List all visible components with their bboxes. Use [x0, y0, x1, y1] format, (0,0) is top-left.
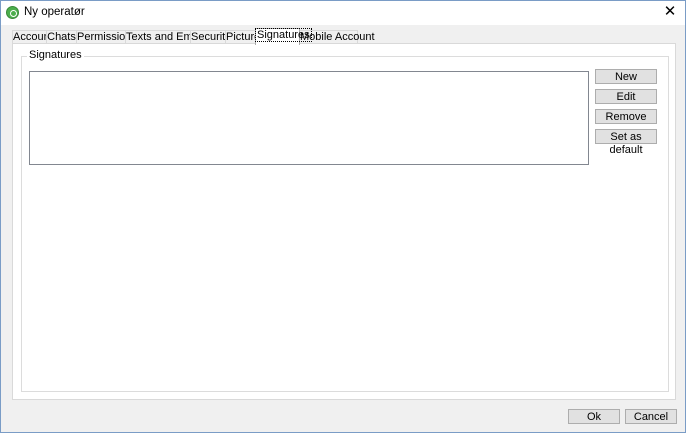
window-title: Ny operatør: [24, 6, 85, 18]
set-as-default-button[interactable]: Set as default: [595, 129, 657, 156]
close-icon[interactable]: ✕: [655, 1, 685, 23]
remove-button[interactable]: Remove: [595, 109, 657, 124]
tab-account[interactable]: Account: [12, 30, 53, 44]
edit-button[interactable]: Edit: [595, 89, 657, 104]
new-button[interactable]: New: [595, 69, 657, 84]
tab-label: Chats: [47, 31, 76, 43]
tab-signatures[interactable]: Signatures: [255, 28, 312, 45]
dialog-window: Ny operatør ✕ Account Chats Permissions …: [0, 0, 686, 433]
tab-security[interactable]: Security: [190, 30, 231, 44]
group-label: Signatures: [27, 49, 84, 61]
tab-picture[interactable]: Picture: [225, 30, 260, 44]
tab-label: Mobile Account: [300, 31, 375, 43]
signatures-list[interactable]: [29, 71, 589, 165]
tab-texts-and-emails[interactable]: Texts and Emails: [125, 30, 209, 44]
title-bar[interactable]: Ny operatør ✕: [1, 1, 685, 25]
signatures-groupbox: Signatures New Edit Remove Set as defaul…: [21, 49, 669, 392]
tab-chats[interactable]: Chats: [46, 30, 77, 44]
tab-panel-signatures: Signatures New Edit Remove Set as defaul…: [12, 43, 676, 400]
tab-label: Signatures: [255, 28, 312, 42]
cancel-button[interactable]: Cancel: [625, 409, 677, 424]
tab-permissions[interactable]: Permissions: [76, 30, 137, 44]
ok-button[interactable]: Ok: [568, 409, 620, 424]
app-logo-icon: [6, 6, 19, 19]
